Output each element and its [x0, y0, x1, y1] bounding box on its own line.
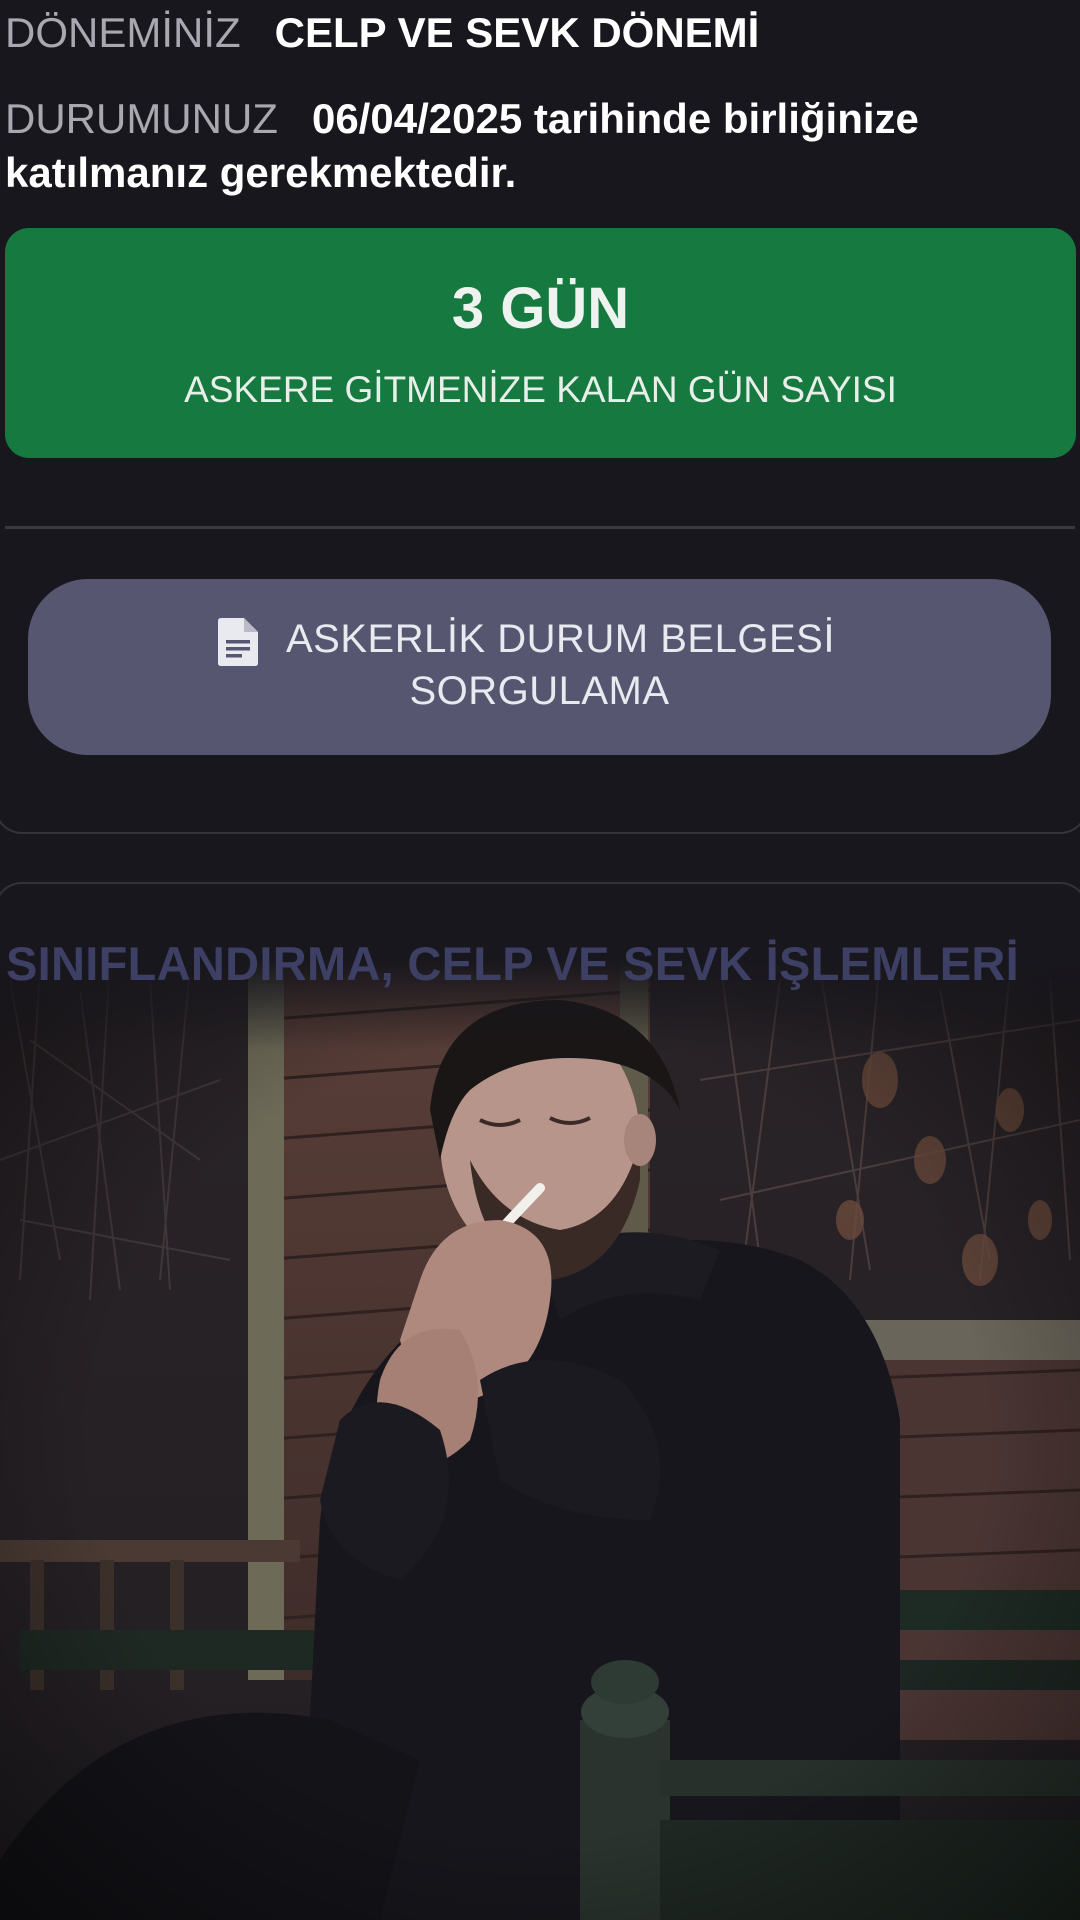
document-button-label-2: SORGULAMA — [409, 669, 670, 713]
status-row: DURUMUNUZ 06/04/2025 tarihinde birliğiniz… — [5, 92, 1070, 200]
divider — [5, 526, 1075, 529]
period-value: CELP VE SEVK DÖNEMİ — [274, 9, 760, 56]
period-label: DÖNEMİNİZ — [5, 9, 241, 56]
period-row: DÖNEMİNİZ CELP VE SEVK DÖNEMİ — [5, 6, 1070, 60]
panel-bottom-edge — [0, 760, 1080, 834]
app-screen: DÖNEMİNİZ CELP VE SEVK DÖNEMİ DURUMUNUZ 06… — [0, 0, 1080, 1920]
countdown-card: 3 GÜN ASKERE GİTMENİZE KALAN GÜN SAYISI — [5, 228, 1076, 458]
man-lighting-cigarette-photo — [0, 960, 1080, 1920]
document-icon — [218, 618, 258, 666]
document-query-button[interactable]: ASKERLİK DURUM BELGESİ SORGULAMA — [28, 579, 1051, 755]
section-heading: SINIFLANDIRMA, CELP VE SEVK İŞLEMLERİ — [6, 937, 1019, 990]
countdown-caption: ASKERE GİTMENİZE KALAN GÜN SAYISI — [184, 369, 897, 410]
status-label: DURUMUNUZ — [5, 95, 278, 142]
document-button-label-1: ASKERLİK DURUM BELGESİ — [286, 617, 835, 661]
countdown-days: 3 GÜN — [451, 276, 630, 341]
